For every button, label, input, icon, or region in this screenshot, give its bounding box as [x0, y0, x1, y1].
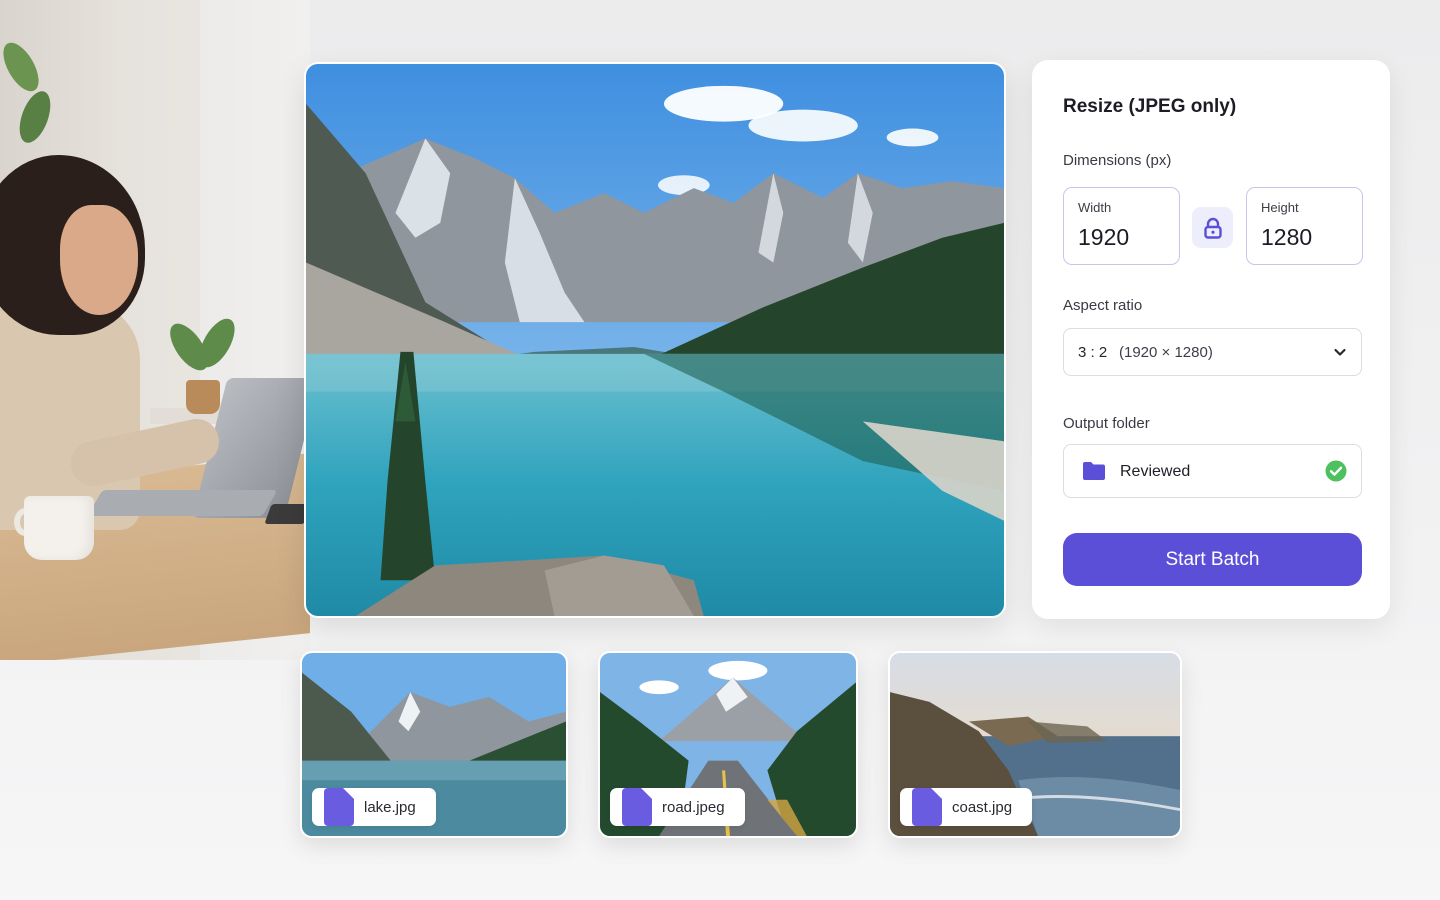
laptop-base: [87, 490, 278, 516]
file-name: road.jpeg: [662, 798, 725, 816]
lock-icon: [1203, 217, 1222, 239]
aspect-ratio-select[interactable]: 3 : 2 (1920 × 1280): [1063, 328, 1362, 376]
width-value[interactable]: 1920: [1078, 224, 1129, 251]
width-input[interactable]: Width 1920: [1063, 187, 1180, 265]
file-name: lake.jpg: [364, 798, 416, 816]
chevron-down-icon: [1334, 348, 1346, 356]
output-folder-name: Reviewed: [1120, 463, 1191, 480]
file-chip: lake.jpg: [312, 788, 436, 826]
thumbnail-road[interactable]: road.jpeg: [598, 651, 858, 838]
thumbnail-lake[interactable]: lake.jpg: [300, 651, 568, 838]
panel-title: Resize (JPEG only): [1063, 96, 1237, 117]
resize-panel: Resize (JPEG only) Dimensions (px) Width…: [1032, 60, 1390, 619]
plant-leaf: [13, 87, 57, 147]
file-icon: [324, 788, 354, 826]
file-name: coast.jpg: [952, 798, 1013, 816]
output-folder-picker[interactable]: Reviewed: [1063, 444, 1362, 498]
check-circle-icon: [1325, 460, 1347, 482]
plant-leaf: [0, 37, 46, 97]
aspect-ratio-value: 3 : 2: [1078, 344, 1108, 361]
main-preview-image: [304, 62, 1006, 618]
folder-icon: [1083, 462, 1105, 480]
file-chip: coast.jpg: [900, 788, 1033, 826]
width-label: Width: [1078, 200, 1112, 215]
file-icon: [912, 788, 942, 826]
plant-pot: [186, 380, 220, 414]
file-chip: road.jpeg: [610, 788, 745, 826]
height-input[interactable]: Height 1280: [1246, 187, 1363, 265]
person-face: [60, 205, 138, 315]
output-folder-label: Output folder: [1063, 415, 1150, 432]
coffee-mug: [24, 496, 94, 560]
mountain-lake-photo: [306, 64, 1004, 616]
start-batch-button[interactable]: Start Batch: [1063, 533, 1362, 586]
dimensions-label: Dimensions (px): [1063, 152, 1172, 169]
height-value[interactable]: 1280: [1261, 224, 1312, 251]
height-label: Height: [1261, 200, 1299, 215]
background-scene: [0, 0, 310, 660]
file-icon: [622, 788, 652, 826]
aspect-ratio-label: Aspect ratio: [1063, 297, 1143, 314]
aspect-lock-button[interactable]: [1192, 207, 1233, 248]
aspect-ratio-dims: (1920 × 1280): [1119, 344, 1213, 361]
thumbnail-coast[interactable]: coast.jpg: [888, 651, 1182, 838]
